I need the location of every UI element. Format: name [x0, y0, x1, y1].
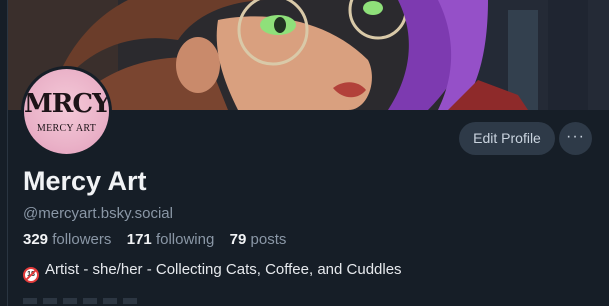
following-count: 171	[126, 231, 152, 248]
edit-profile-button[interactable]: Edit Profile	[459, 122, 555, 155]
avatar-logo: MRCY MERCY ART	[24, 69, 109, 154]
avatar-logo-mark: MRCY	[24, 89, 109, 119]
followers-count: 329	[23, 231, 49, 248]
followers-label: followers	[52, 231, 112, 248]
avatar-logo-text: MERCY ART	[36, 123, 97, 134]
truncated-content-hint	[23, 298, 143, 304]
bio-text: Artist - she/her - Collecting Cats, Coff…	[45, 261, 402, 278]
followers-link[interactable]: 329 followers	[23, 231, 116, 248]
posts-count: 79	[229, 231, 247, 248]
profile-page: MRCY MERCY ART Edit Profile ··· Mercy Ar…	[0, 0, 609, 306]
profile-stats: 329 followers 171 following 79 posts	[23, 231, 286, 248]
display-name: Mercy Art	[23, 166, 147, 196]
following-label: following	[155, 231, 215, 248]
profile-avatar[interactable]: MRCY MERCY ART	[21, 66, 112, 157]
profile-handle: @mercyart.bsky.social	[23, 205, 173, 222]
following-link[interactable]: 171 following	[127, 231, 219, 248]
posts-label: posts	[250, 231, 287, 248]
profile-bio: 18 Artist - she/her - Collecting Cats, Co…	[23, 261, 402, 283]
no-under-18-icon: 18	[23, 267, 39, 283]
more-options-button[interactable]: ···	[559, 122, 592, 155]
ellipsis-icon: ···	[566, 128, 585, 145]
posts-stat: 79 posts	[230, 231, 287, 248]
